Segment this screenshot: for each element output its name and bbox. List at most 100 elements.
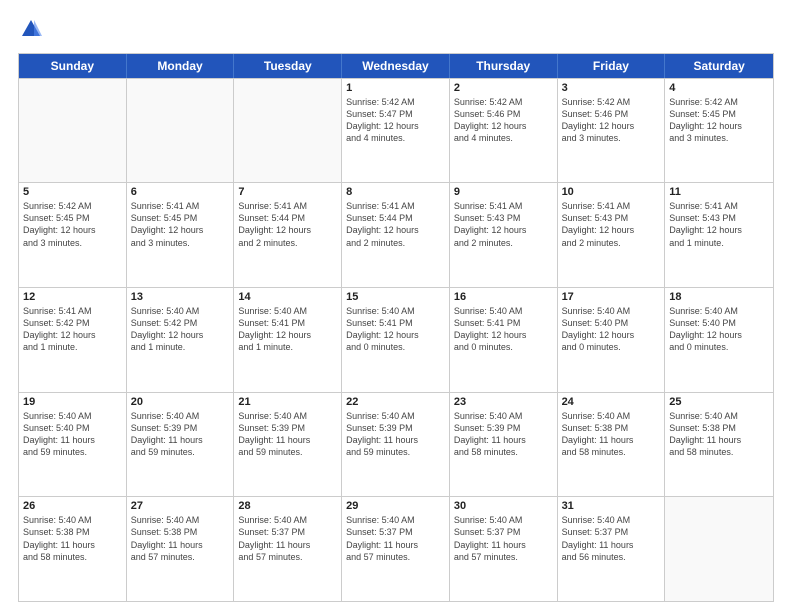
calendar-cell: 7 Sunrise: 5:41 AM Sunset: 5:44 PM Daylig… bbox=[234, 183, 342, 287]
header-day-saturday: Saturday bbox=[665, 54, 773, 78]
calendar-cell: 6 Sunrise: 5:41 AM Sunset: 5:45 PM Daylig… bbox=[127, 183, 235, 287]
day-number: 7 bbox=[238, 186, 337, 198]
calendar-row-5: 26 Sunrise: 5:40 AM Sunset: 5:38 PM Dayli… bbox=[19, 496, 773, 601]
cell-info: Sunrise: 5:42 AM Sunset: 5:45 PM Dayligh… bbox=[669, 96, 769, 145]
cell-info: Sunrise: 5:40 AM Sunset: 5:37 PM Dayligh… bbox=[346, 514, 445, 563]
cell-info: Sunrise: 5:42 AM Sunset: 5:45 PM Dayligh… bbox=[23, 200, 122, 249]
day-number: 19 bbox=[23, 396, 122, 408]
cell-info: Sunrise: 5:40 AM Sunset: 5:38 PM Dayligh… bbox=[669, 410, 769, 459]
day-number: 25 bbox=[669, 396, 769, 408]
cell-info: Sunrise: 5:40 AM Sunset: 5:40 PM Dayligh… bbox=[23, 410, 122, 459]
header-day-monday: Monday bbox=[127, 54, 235, 78]
header-day-sunday: Sunday bbox=[19, 54, 127, 78]
calendar-cell: 29Sunrise: 5:40 AM Sunset: 5:37 PM Dayli… bbox=[342, 497, 450, 601]
cell-info: Sunrise: 5:40 AM Sunset: 5:39 PM Dayligh… bbox=[454, 410, 553, 459]
day-number: 26 bbox=[23, 500, 122, 512]
calendar-cell: 18Sunrise: 5:40 AM Sunset: 5:40 PM Dayli… bbox=[665, 288, 773, 392]
day-number: 27 bbox=[131, 500, 230, 512]
day-number: 6 bbox=[131, 186, 230, 198]
calendar-cell bbox=[19, 79, 127, 183]
calendar-header: SundayMondayTuesdayWednesdayThursdayFrid… bbox=[19, 54, 773, 78]
calendar-cell bbox=[665, 497, 773, 601]
calendar-cell bbox=[127, 79, 235, 183]
cell-info: Sunrise: 5:40 AM Sunset: 5:39 PM Dayligh… bbox=[238, 410, 337, 459]
calendar-cell: 30Sunrise: 5:40 AM Sunset: 5:37 PM Dayli… bbox=[450, 497, 558, 601]
day-number: 21 bbox=[238, 396, 337, 408]
calendar-cell: 11 Sunrise: 5:41 AM Sunset: 5:43 PM Dayli… bbox=[665, 183, 773, 287]
header bbox=[18, 18, 774, 45]
cell-info: Sunrise: 5:40 AM Sunset: 5:37 PM Dayligh… bbox=[238, 514, 337, 563]
day-number: 18 bbox=[669, 291, 769, 303]
cell-info: Sunrise: 5:40 AM Sunset: 5:40 PM Dayligh… bbox=[562, 305, 661, 354]
cell-info: Sunrise: 5:40 AM Sunset: 5:41 PM Dayligh… bbox=[454, 305, 553, 354]
cell-info: Sunrise: 5:41 AM Sunset: 5:43 PM Dayligh… bbox=[454, 200, 553, 249]
calendar-cell: 19 Sunrise: 5:40 AM Sunset: 5:40 PM Dayli… bbox=[19, 393, 127, 497]
day-number: 9 bbox=[454, 186, 553, 198]
day-number: 22 bbox=[346, 396, 445, 408]
day-number: 2 bbox=[454, 82, 553, 94]
calendar-cell: 16Sunrise: 5:40 AM Sunset: 5:41 PM Dayli… bbox=[450, 288, 558, 392]
calendar-cell: 20 Sunrise: 5:40 AM Sunset: 5:39 PM Dayli… bbox=[127, 393, 235, 497]
header-day-tuesday: Tuesday bbox=[234, 54, 342, 78]
cell-info: Sunrise: 5:40 AM Sunset: 5:37 PM Dayligh… bbox=[562, 514, 661, 563]
calendar-cell: 4 Sunrise: 5:42 AM Sunset: 5:45 PM Daylig… bbox=[665, 79, 773, 183]
calendar-cell: 10 Sunrise: 5:41 AM Sunset: 5:43 PM Dayli… bbox=[558, 183, 666, 287]
calendar-cell: 9 Sunrise: 5:41 AM Sunset: 5:43 PM Daylig… bbox=[450, 183, 558, 287]
day-number: 13 bbox=[131, 291, 230, 303]
calendar-cell: 1Sunrise: 5:42 AM Sunset: 5:47 PM Daylig… bbox=[342, 79, 450, 183]
calendar-row-2: 5Sunrise: 5:42 AM Sunset: 5:45 PM Daylig… bbox=[19, 182, 773, 287]
header-day-thursday: Thursday bbox=[450, 54, 558, 78]
day-number: 20 bbox=[131, 396, 230, 408]
calendar-cell: 27 Sunrise: 5:40 AM Sunset: 5:38 PM Dayli… bbox=[127, 497, 235, 601]
cell-info: Sunrise: 5:41 AM Sunset: 5:45 PM Dayligh… bbox=[131, 200, 230, 249]
calendar-cell: 3Sunrise: 5:42 AM Sunset: 5:46 PM Daylig… bbox=[558, 79, 666, 183]
cell-info: Sunrise: 5:42 AM Sunset: 5:46 PM Dayligh… bbox=[454, 96, 553, 145]
cell-info: Sunrise: 5:41 AM Sunset: 5:42 PM Dayligh… bbox=[23, 305, 122, 354]
calendar: SundayMondayTuesdayWednesdayThursdayFrid… bbox=[18, 53, 774, 603]
calendar-row-1: 1Sunrise: 5:42 AM Sunset: 5:47 PM Daylig… bbox=[19, 78, 773, 183]
day-number: 4 bbox=[669, 82, 769, 94]
cell-info: Sunrise: 5:42 AM Sunset: 5:46 PM Dayligh… bbox=[562, 96, 661, 145]
cell-info: Sunrise: 5:40 AM Sunset: 5:39 PM Dayligh… bbox=[346, 410, 445, 459]
logo-icon bbox=[20, 18, 42, 40]
day-number: 15 bbox=[346, 291, 445, 303]
cell-info: Sunrise: 5:40 AM Sunset: 5:38 PM Dayligh… bbox=[562, 410, 661, 459]
day-number: 31 bbox=[562, 500, 661, 512]
calendar-cell bbox=[234, 79, 342, 183]
day-number: 10 bbox=[562, 186, 661, 198]
cell-info: Sunrise: 5:41 AM Sunset: 5:44 PM Dayligh… bbox=[346, 200, 445, 249]
day-number: 8 bbox=[346, 186, 445, 198]
day-number: 12 bbox=[23, 291, 122, 303]
calendar-cell: 22 Sunrise: 5:40 AM Sunset: 5:39 PM Dayli… bbox=[342, 393, 450, 497]
calendar-cell: 31 Sunrise: 5:40 AM Sunset: 5:37 PM Dayli… bbox=[558, 497, 666, 601]
cell-info: Sunrise: 5:41 AM Sunset: 5:44 PM Dayligh… bbox=[238, 200, 337, 249]
header-day-friday: Friday bbox=[558, 54, 666, 78]
cell-info: Sunrise: 5:41 AM Sunset: 5:43 PM Dayligh… bbox=[562, 200, 661, 249]
calendar-cell: 23 Sunrise: 5:40 AM Sunset: 5:39 PM Dayli… bbox=[450, 393, 558, 497]
calendar-cell: 24Sunrise: 5:40 AM Sunset: 5:38 PM Dayli… bbox=[558, 393, 666, 497]
calendar-cell: 14 Sunrise: 5:40 AM Sunset: 5:41 PM Dayli… bbox=[234, 288, 342, 392]
cell-info: Sunrise: 5:40 AM Sunset: 5:37 PM Dayligh… bbox=[454, 514, 553, 563]
cell-info: Sunrise: 5:40 AM Sunset: 5:39 PM Dayligh… bbox=[131, 410, 230, 459]
cell-info: Sunrise: 5:40 AM Sunset: 5:38 PM Dayligh… bbox=[131, 514, 230, 563]
calendar-row-4: 19 Sunrise: 5:40 AM Sunset: 5:40 PM Dayli… bbox=[19, 392, 773, 497]
cell-info: Sunrise: 5:40 AM Sunset: 5:38 PM Dayligh… bbox=[23, 514, 122, 563]
calendar-cell: 8 Sunrise: 5:41 AM Sunset: 5:44 PM Daylig… bbox=[342, 183, 450, 287]
page: SundayMondayTuesdayWednesdayThursdayFrid… bbox=[0, 0, 792, 612]
calendar-cell: 26 Sunrise: 5:40 AM Sunset: 5:38 PM Dayli… bbox=[19, 497, 127, 601]
calendar-cell: 15Sunrise: 5:40 AM Sunset: 5:41 PM Dayli… bbox=[342, 288, 450, 392]
calendar-cell: 17Sunrise: 5:40 AM Sunset: 5:40 PM Dayli… bbox=[558, 288, 666, 392]
logo bbox=[18, 18, 42, 45]
calendar-cell: 5Sunrise: 5:42 AM Sunset: 5:45 PM Daylig… bbox=[19, 183, 127, 287]
day-number: 14 bbox=[238, 291, 337, 303]
day-number: 1 bbox=[346, 82, 445, 94]
calendar-row-3: 12 Sunrise: 5:41 AM Sunset: 5:42 PM Dayli… bbox=[19, 287, 773, 392]
day-number: 11 bbox=[669, 186, 769, 198]
logo-text bbox=[18, 18, 42, 45]
cell-info: Sunrise: 5:40 AM Sunset: 5:41 PM Dayligh… bbox=[238, 305, 337, 354]
header-day-wednesday: Wednesday bbox=[342, 54, 450, 78]
day-number: 23 bbox=[454, 396, 553, 408]
calendar-body: 1Sunrise: 5:42 AM Sunset: 5:47 PM Daylig… bbox=[19, 78, 773, 602]
cell-info: Sunrise: 5:41 AM Sunset: 5:43 PM Dayligh… bbox=[669, 200, 769, 249]
calendar-cell: 2 Sunrise: 5:42 AM Sunset: 5:46 PM Daylig… bbox=[450, 79, 558, 183]
